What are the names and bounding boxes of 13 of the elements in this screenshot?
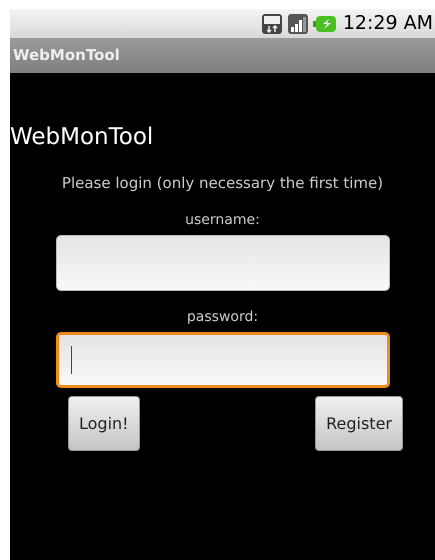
login-button[interactable]: Login! (68, 396, 140, 452)
register-button[interactable]: Register (315, 396, 403, 452)
field-label: password: (186, 308, 258, 328)
input-field[interactable] (56, 332, 390, 388)
signal-icon (286, 12, 309, 34)
input-field[interactable] (56, 235, 390, 292)
field-label: username: (185, 211, 260, 230)
window-title: WebMonTool (13, 45, 120, 66)
status-time: 12:29 AM (342, 11, 433, 36)
app-heading: WebMonTool (10, 123, 154, 152)
battery-icon (312, 14, 337, 32)
login-instruction: Please login (only necessary the first time) (60, 172, 384, 194)
network-3g-icon (260, 12, 283, 34)
